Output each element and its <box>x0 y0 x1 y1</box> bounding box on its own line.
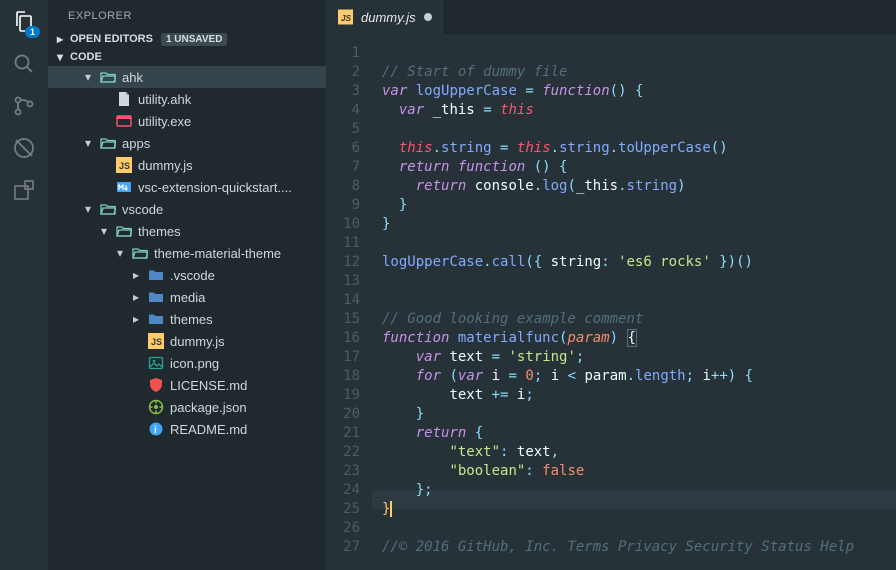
tree-folder[interactable]: ▾ apps <box>48 132 326 154</box>
tree-item-label: apps <box>122 136 150 151</box>
js-icon: JS <box>116 157 132 173</box>
chevron-down-icon: ▾ <box>82 202 94 216</box>
tree-folder[interactable]: ▸ themes <box>48 308 326 330</box>
tree-file[interactable]: ▸LICENSE.md <box>48 374 326 396</box>
js-icon: JS <box>148 333 164 349</box>
search-icon[interactable] <box>12 52 36 76</box>
tree-file[interactable]: ▸JSdummy.js <box>48 154 326 176</box>
license-icon <box>148 377 164 393</box>
tree-folder[interactable]: ▾ vscode <box>48 198 326 220</box>
chevron-down-icon: ▾ <box>82 70 94 84</box>
file-tree: ▾ahk▸utility.ahk▸utility.exe▾apps▸JSdumm… <box>48 66 326 570</box>
md-icon <box>116 179 132 195</box>
root-folder-label: CODE <box>70 51 102 63</box>
tree-item-label: vsc-extension-quickstart.... <box>138 180 292 195</box>
unsaved-badge: 1 UNSAVED <box>161 33 228 46</box>
editor-area: JS dummy.js 1234567891011121314151617181… <box>326 0 896 570</box>
tree-file[interactable]: ▸utility.ahk <box>48 88 326 110</box>
folder-icon <box>100 135 116 151</box>
npm-icon <box>148 399 164 415</box>
sidebar-title: EXPLORER <box>48 0 326 30</box>
js-icon: JS <box>338 10 353 25</box>
explorer-sidebar: EXPLORER ▸ OPEN EDITORS 1 UNSAVED ▾ CODE… <box>48 0 326 570</box>
tree-folder[interactable]: ▸ media <box>48 286 326 308</box>
tree-folder[interactable]: ▸ .vscode <box>48 264 326 286</box>
chevron-right-icon: ▸ <box>130 312 142 326</box>
tree-item-label: theme-material-theme <box>154 246 281 261</box>
editor-body[interactable]: 1234567891011121314151617181920212223242… <box>326 34 896 570</box>
chevron-right-icon: ▸ <box>54 32 66 46</box>
png-icon <box>148 355 164 371</box>
tree-item-label: LICENSE.md <box>170 378 247 393</box>
tab-filename: dummy.js <box>361 10 416 25</box>
tree-folder[interactable]: ▾ theme-material-theme <box>48 242 326 264</box>
tree-folder[interactable]: ▾ themes <box>48 220 326 242</box>
svg-text:i: i <box>154 425 157 436</box>
folder-icon <box>100 201 116 217</box>
open-editors-header[interactable]: ▸ OPEN EDITORS 1 UNSAVED <box>48 30 326 48</box>
folder-icon <box>148 267 164 283</box>
folder-icon <box>132 245 148 261</box>
tree-file[interactable]: ▸JSdummy.js <box>48 330 326 352</box>
tree-file[interactable]: ▸iREADME.md <box>48 418 326 440</box>
ahk-icon <box>116 91 132 107</box>
tree-item-label: utility.ahk <box>138 92 191 107</box>
tree-folder[interactable]: ▾ ahk <box>48 66 326 88</box>
tree-file[interactable]: ▸icon.png <box>48 352 326 374</box>
tree-item-label: ahk <box>122 70 143 85</box>
tree-item-label: README.md <box>170 422 247 437</box>
tree-item-label: package.json <box>170 400 247 415</box>
readme-icon: i <box>148 421 164 437</box>
tree-item-label: vscode <box>122 202 163 217</box>
tree-item-label: .vscode <box>170 268 215 283</box>
tree-item-label: dummy.js <box>138 158 193 173</box>
svg-text:JS: JS <box>341 13 352 23</box>
source-control-icon[interactable] <box>12 94 36 118</box>
folder-icon <box>116 223 132 239</box>
chevron-down-icon: ▾ <box>54 50 66 64</box>
tab-bar: JS dummy.js <box>326 0 896 34</box>
chevron-right-icon: ▸ <box>130 290 142 304</box>
exe-icon <box>116 113 132 129</box>
tree-item-label: dummy.js <box>170 334 225 349</box>
svg-text:JS: JS <box>119 161 130 171</box>
folder-icon <box>148 289 164 305</box>
tree-file[interactable]: ▸utility.exe <box>48 110 326 132</box>
line-gutter: 1234567891011121314151617181920212223242… <box>326 34 372 570</box>
root-folder-header[interactable]: ▾ CODE <box>48 48 326 66</box>
chevron-right-icon: ▸ <box>130 268 142 282</box>
tree-item-label: themes <box>138 224 181 239</box>
activity-bar: 1 <box>0 0 48 570</box>
folder-icon <box>148 311 164 327</box>
chevron-down-icon: ▾ <box>114 246 126 260</box>
code-content[interactable]: // Start of dummy filevar logUpperCase =… <box>372 34 896 570</box>
extensions-icon[interactable] <box>12 178 36 202</box>
tree-file[interactable]: ▸vsc-extension-quickstart.... <box>48 176 326 198</box>
tree-item-label: media <box>170 290 205 305</box>
svg-text:JS: JS <box>151 337 162 347</box>
tree-item-label: utility.exe <box>138 114 191 129</box>
chevron-down-icon: ▾ <box>82 136 94 150</box>
debug-icon[interactable] <box>12 136 36 160</box>
open-editors-label: OPEN EDITORS <box>70 33 153 45</box>
tree-item-label: themes <box>170 312 213 327</box>
chevron-down-icon: ▾ <box>98 224 110 238</box>
folder-icon <box>100 69 116 85</box>
tree-file[interactable]: ▸package.json <box>48 396 326 418</box>
dirty-indicator-icon <box>424 13 432 21</box>
activity-badge: 1 <box>25 26 40 38</box>
tree-item-label: icon.png <box>170 356 219 371</box>
tab-dummy-js[interactable]: JS dummy.js <box>326 0 445 34</box>
explorer-icon[interactable]: 1 <box>12 10 36 34</box>
